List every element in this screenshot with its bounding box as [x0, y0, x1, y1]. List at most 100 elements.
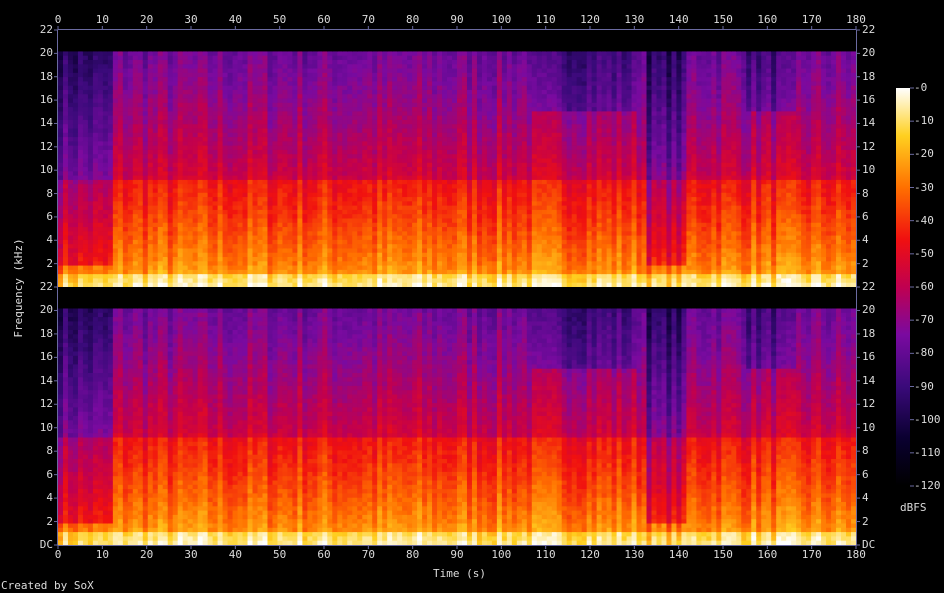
- spectrogram-cell: [407, 81, 413, 87]
- spectrogram-cell: [237, 119, 244, 125]
- spectrogram-cell: [352, 77, 358, 82]
- spectrogram-cell: [142, 137, 149, 142]
- spectrogram-cell: [267, 222, 274, 228]
- spectrogram-cell: [137, 51, 144, 57]
- spectrogram-cell: [402, 201, 408, 207]
- spectrogram-cell: [332, 68, 338, 74]
- spectrogram-cell: [197, 51, 204, 57]
- spectrogram-cell: [167, 81, 174, 87]
- spectrogram-cell: [377, 274, 383, 280]
- spectrogram-cell: [447, 72, 453, 78]
- spectrogram-cell: [387, 38, 393, 44]
- spectrogram-cell: [332, 162, 338, 168]
- spectrogram-cell: [152, 192, 159, 198]
- spectrogram-cell: [152, 42, 159, 48]
- spectrogram-cell: [182, 137, 189, 142]
- spectrogram-cell: [392, 42, 398, 48]
- spectrogram-cell: [392, 257, 398, 262]
- spectrogram-cell: [222, 111, 229, 117]
- spectrogram-cell: [58, 188, 64, 194]
- spectrogram-cell: [466, 59, 473, 65]
- spectrogram-cell: [362, 227, 368, 232]
- spectrogram-cell: [207, 154, 214, 160]
- spectrogram-cell: [382, 137, 388, 142]
- spectrogram-cell: [402, 244, 408, 250]
- spectrogram-cell: [347, 72, 353, 78]
- spectrogram-cell: [252, 244, 259, 250]
- spectrogram-cell: [192, 218, 199, 224]
- spectrogram-cell: [82, 235, 89, 241]
- spectrogram-cell: [422, 51, 428, 57]
- spectrogram-cell: [317, 175, 323, 181]
- spectrogram-cell: [327, 119, 333, 125]
- spectrogram-cell: [192, 59, 199, 65]
- spectrogram-cell: [107, 218, 114, 224]
- spectrogram-cell: [167, 128, 174, 134]
- spectrogram-cell: [182, 167, 189, 172]
- spectrogram-cell: [142, 59, 149, 65]
- spectrogram-cell: [132, 205, 139, 211]
- spectrogram-cell: [147, 205, 154, 211]
- spectrogram-cell: [207, 77, 214, 82]
- spectrogram-cell: [262, 34, 269, 40]
- spectrogram-cell: [307, 239, 313, 245]
- spectrogram-cell: [172, 85, 179, 91]
- spectrogram-cell: [97, 197, 104, 202]
- spectrogram-cell: [107, 77, 114, 82]
- spectrogram-cell: [192, 214, 199, 220]
- spectrogram-cell: [372, 111, 378, 117]
- spectrogram-cell: [147, 167, 154, 172]
- spectrogram-cell: [382, 30, 388, 35]
- spectrogram-cell: [58, 30, 64, 35]
- spectrogram-cell: [122, 162, 129, 168]
- spectrogram-cell: [182, 115, 189, 121]
- spectrogram-cell: [62, 269, 69, 275]
- spectrogram-cell: [372, 265, 378, 271]
- spectrogram-cell: [227, 94, 234, 100]
- spectrogram-cell: [157, 209, 164, 215]
- spectrogram-cell: [187, 257, 194, 262]
- spectrogram-cell: [222, 115, 229, 121]
- spectrogram-cell: [157, 30, 164, 35]
- spectrogram-cell: [461, 261, 468, 267]
- spectrogram-cell: [357, 205, 363, 211]
- spectrogram-cell: [232, 244, 239, 250]
- spectrogram-cell: [461, 197, 468, 202]
- spectrogram-cell: [367, 102, 373, 108]
- spectrogram-cell: [362, 81, 368, 87]
- spectrogram-cell: [257, 141, 264, 147]
- spectrogram-cell: [137, 149, 144, 155]
- spectrogram-cell: [287, 124, 294, 130]
- spectrogram-cell: [217, 227, 224, 232]
- spectrogram-cell: [102, 34, 109, 40]
- spectrogram-cell: [92, 175, 99, 181]
- spectrogram-cell: [277, 64, 284, 70]
- spectrogram-cell: [117, 124, 124, 130]
- spectrogram-cell: [262, 201, 269, 207]
- spectrogram-cell: [362, 188, 368, 194]
- spectrogram-cell: [297, 252, 303, 258]
- spectrogram-cell: [127, 64, 134, 70]
- spectrogram-cell: [466, 222, 473, 228]
- spectrogram-cell: [247, 94, 254, 100]
- spectrogram-cell: [177, 68, 184, 74]
- spectrogram-cell: [202, 59, 209, 65]
- spectrogram-cell: [342, 162, 348, 168]
- spectrogram-cell: [267, 188, 274, 194]
- spectrogram-cell: [107, 89, 114, 95]
- spectrogram-cell: [347, 179, 353, 185]
- spectrogram-cell: [357, 94, 363, 100]
- spectrogram-cell: [347, 218, 353, 224]
- spectrogram-cell: [252, 128, 259, 134]
- spectrogram-cell: [62, 115, 69, 121]
- spectrogram-cell: [197, 265, 204, 271]
- spectrogram-cell: [67, 119, 74, 125]
- spectrogram-cell: [102, 282, 109, 288]
- spectrogram-cell: [332, 115, 338, 121]
- spectrogram-cell: [262, 55, 269, 61]
- spectrogram-cell: [222, 30, 229, 35]
- spectrogram-cell: [102, 145, 109, 151]
- spectrogram-cell: [282, 214, 289, 220]
- spectrogram-cell: [217, 102, 224, 108]
- spectrogram-cell: [97, 38, 104, 44]
